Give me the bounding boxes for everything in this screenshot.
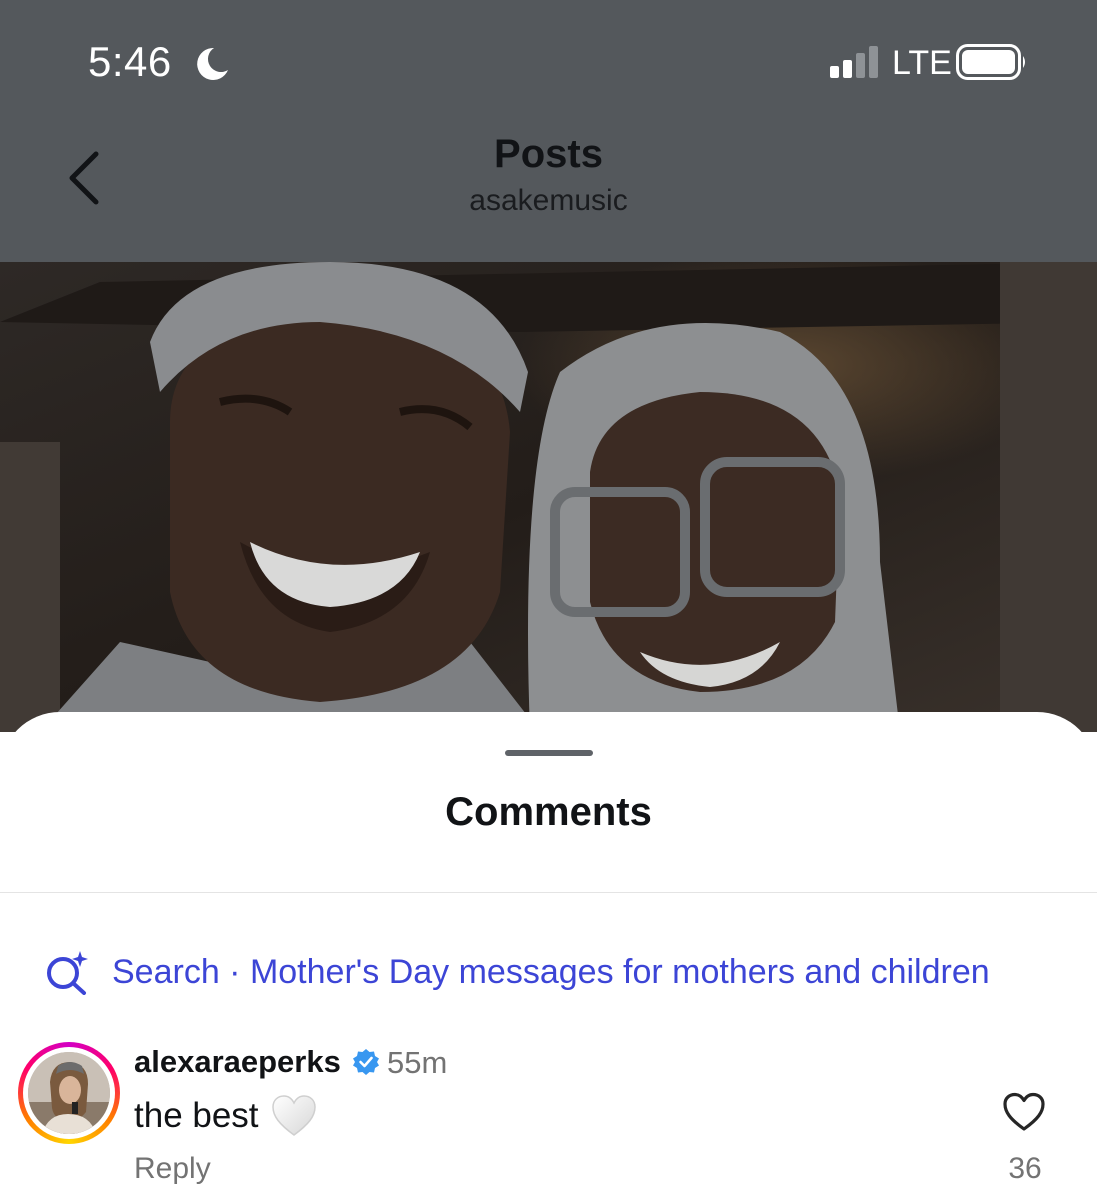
page-subtitle[interactable]: asakemusic	[0, 184, 1097, 218]
status-time: 5:46	[88, 38, 172, 85]
comment-body: the best	[134, 1094, 317, 1138]
like-count: 36	[1008, 1152, 1042, 1185]
white-heart-icon	[271, 1095, 316, 1136]
comment-time: 55m	[387, 1045, 448, 1080]
divider	[0, 892, 1097, 893]
post-photo[interactable]	[0, 262, 1097, 732]
network-label: LTE	[892, 44, 952, 82]
comment-text: the best	[134, 1096, 259, 1135]
comments-sheet: Comments Search · Mother's Day messages …	[0, 712, 1097, 1200]
comments-title: Comments	[445, 790, 652, 834]
reply-button[interactable]: Reply	[134, 1152, 211, 1186]
battery-icon	[956, 44, 1025, 80]
page-title: Posts	[494, 132, 603, 176]
verified-badge-icon	[353, 1049, 379, 1075]
heart-icon[interactable]	[1002, 1092, 1046, 1132]
avatar-image	[28, 1052, 110, 1134]
moon-icon	[197, 47, 228, 80]
search-suggestion[interactable]: Search · Mother's Day messages for mothe…	[44, 948, 990, 996]
top-bar: 5:46 LTE Posts asakemusic	[0, 0, 1097, 262]
signal-icon	[830, 46, 878, 78]
avatar[interactable]	[18, 1042, 120, 1144]
search-suggestion-label: Search · Mother's Day messages for mothe…	[112, 952, 990, 991]
post-image	[0, 262, 1097, 732]
search-sparkle-icon	[47, 951, 88, 995]
comment-username[interactable]: alexaraeperks	[134, 1044, 341, 1080]
drag-handle[interactable]	[505, 750, 593, 756]
